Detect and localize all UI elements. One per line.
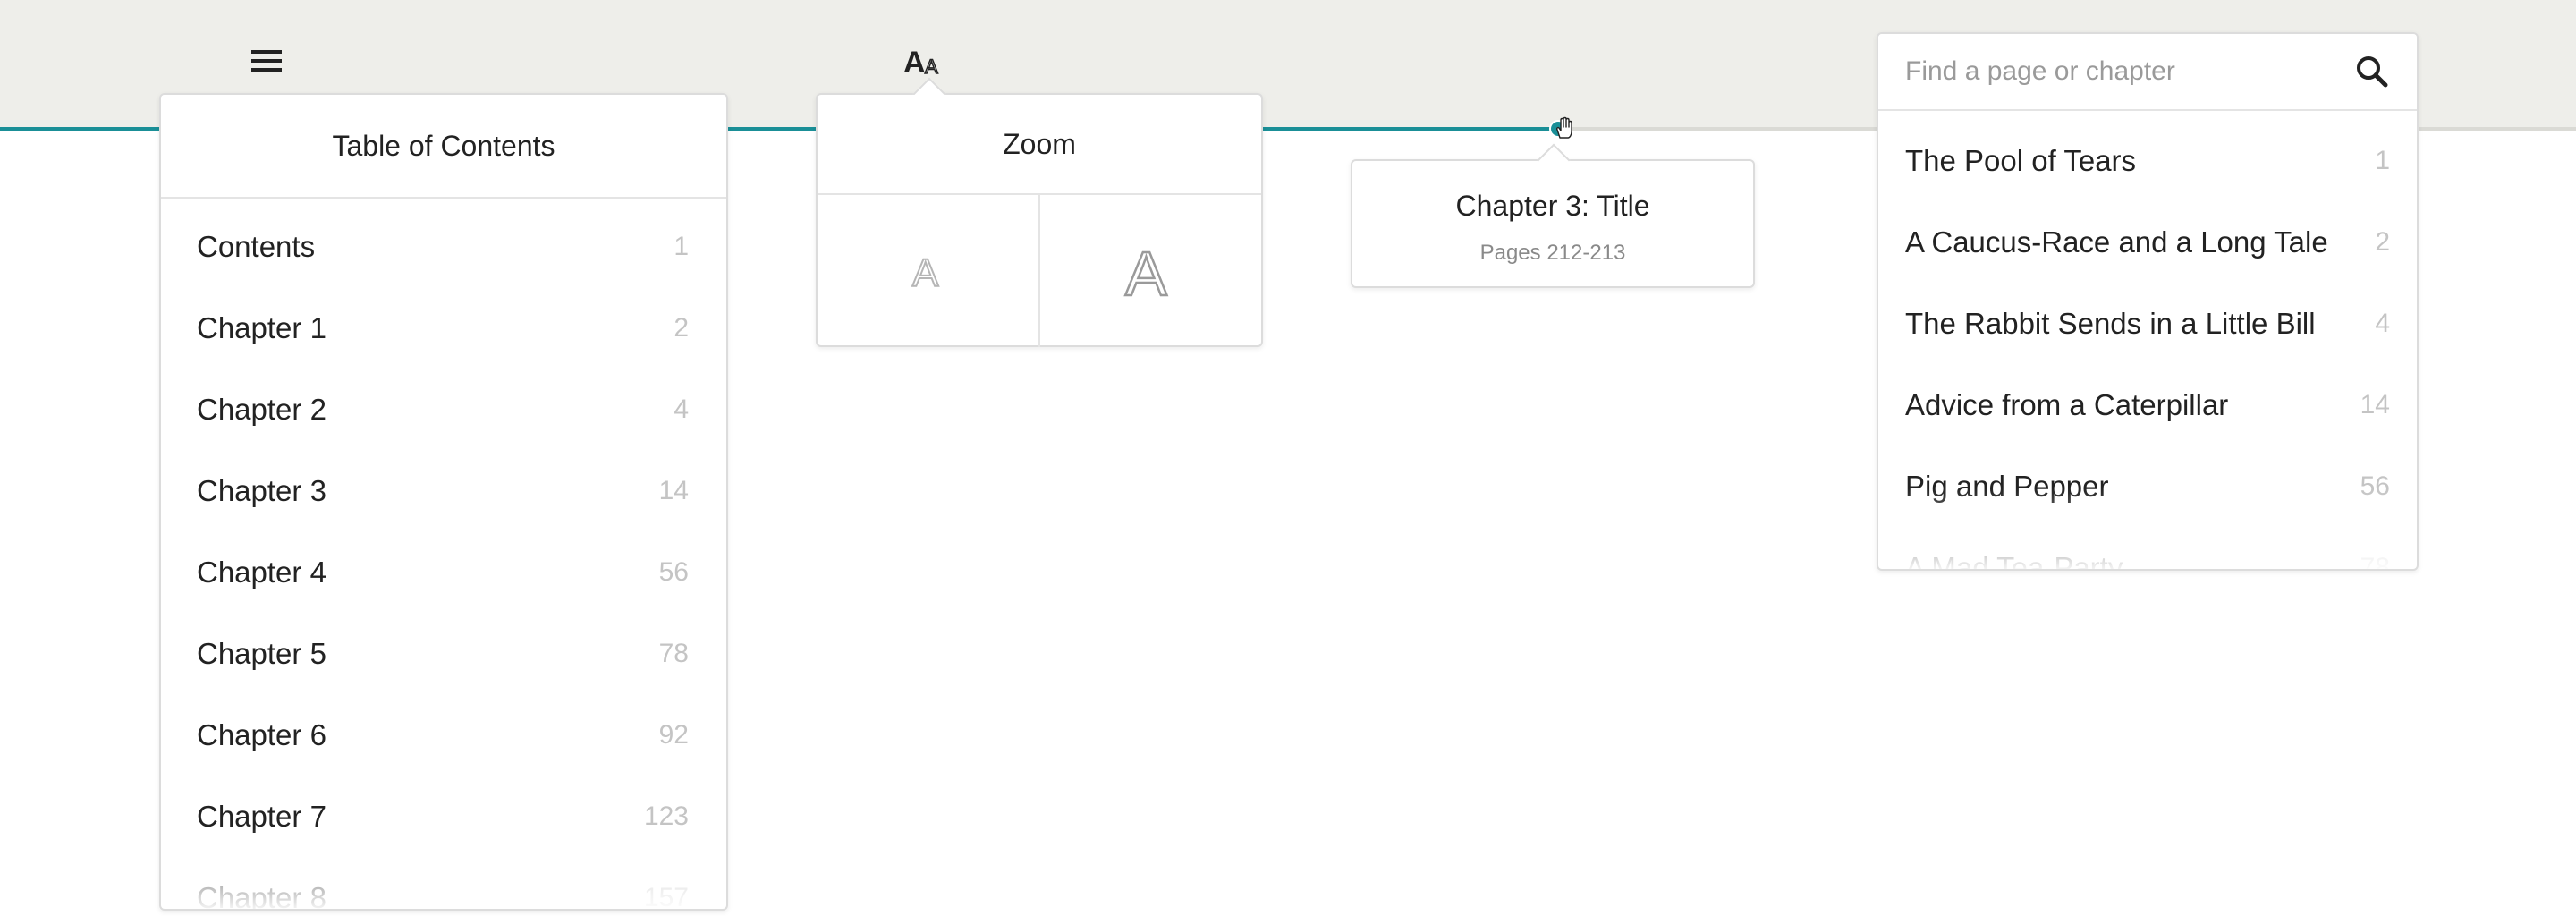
zoom-title: Zoom bbox=[818, 95, 1261, 195]
toc-item-page: 92 bbox=[658, 719, 689, 750]
search-result-item[interactable]: Advice from a Caterpillar 14 bbox=[1878, 364, 2417, 445]
chapter-tooltip-pages: Pages 212-213 bbox=[1479, 241, 1626, 265]
chapter-tooltip-title: Chapter 3: Title bbox=[1455, 190, 1650, 222]
search-result-item[interactable]: The Pool of Tears 1 bbox=[1878, 120, 2417, 201]
menu-button[interactable] bbox=[245, 39, 288, 82]
toc-item[interactable]: Chapter 6 92 bbox=[161, 694, 726, 776]
search-result-label: The Rabbit Sends in a Little Bill bbox=[1905, 306, 2316, 340]
toc-item-page: 2 bbox=[674, 312, 689, 343]
search-result-item[interactable]: Pig and Pepper 56 bbox=[1878, 445, 2417, 527]
toc-title: Table of Contents bbox=[161, 95, 726, 199]
toc-item[interactable]: Chapter 2 4 bbox=[161, 369, 726, 450]
font-size-icon: A A bbox=[903, 46, 939, 76]
svg-text:A: A bbox=[1125, 240, 1167, 302]
toc-item-label: Chapter 5 bbox=[197, 636, 326, 670]
toc-item[interactable]: Chapter 8 157 bbox=[161, 857, 726, 911]
search-result-label: The Pool of Tears bbox=[1905, 143, 2137, 177]
zoom-in-button[interactable]: A bbox=[1038, 195, 1261, 347]
search-result-label: A Mad Tea-Party bbox=[1905, 550, 2123, 571]
toc-item-label: Chapter 3 bbox=[197, 473, 326, 507]
search-result-page: 14 bbox=[2360, 389, 2390, 420]
toc-item[interactable]: Chapter 7 123 bbox=[161, 776, 726, 857]
table-of-contents-panel: Table of Contents Contents 1 Chapter 1 2… bbox=[159, 93, 728, 911]
toc-item[interactable]: Chapter 3 14 bbox=[161, 450, 726, 531]
toc-item-page: 14 bbox=[658, 475, 689, 505]
text-larger-icon: A bbox=[1123, 240, 1168, 302]
svg-text:A: A bbox=[903, 46, 926, 76]
toc-item-page: 78 bbox=[658, 638, 689, 668]
hand-cursor-icon bbox=[1556, 116, 1572, 139]
toc-item[interactable]: Chapter 5 78 bbox=[161, 613, 726, 694]
toc-item-page: 56 bbox=[658, 556, 689, 587]
search-panel: The Pool of Tears 1 A Caucus-Race and a … bbox=[1877, 32, 2419, 571]
popover-caret bbox=[1537, 143, 1571, 177]
toc-item-page: 123 bbox=[643, 801, 689, 831]
search-result-page: 56 bbox=[2360, 471, 2390, 501]
toc-item-label: Chapter 2 bbox=[197, 392, 326, 426]
search-result-label: Advice from a Caterpillar bbox=[1905, 387, 2229, 421]
svg-text:A: A bbox=[912, 251, 939, 292]
toc-list: Contents 1 Chapter 1 2 Chapter 2 4 Chapt… bbox=[161, 199, 726, 911]
search-input[interactable] bbox=[1905, 56, 2352, 87]
search-bar bbox=[1878, 34, 2417, 111]
zoom-button[interactable]: A A bbox=[903, 39, 946, 82]
zoom-panel: Zoom A A bbox=[816, 77, 1263, 347]
toc-item[interactable]: Chapter 4 56 bbox=[161, 531, 726, 613]
toc-item-label: Chapter 1 bbox=[197, 310, 326, 344]
search-button[interactable] bbox=[2352, 52, 2392, 91]
toc-item[interactable]: Chapter 1 2 bbox=[161, 287, 726, 369]
toc-item-page: 157 bbox=[643, 882, 689, 911]
zoom-out-button[interactable]: A bbox=[818, 195, 1038, 347]
search-result-page: 2 bbox=[2375, 226, 2390, 257]
search-result-item[interactable]: The Rabbit Sends in a Little Bill 4 bbox=[1878, 283, 2417, 364]
text-smaller-icon: A bbox=[911, 250, 940, 292]
search-result-page: 4 bbox=[2375, 308, 2390, 338]
search-icon bbox=[2357, 56, 2388, 88]
toc-item[interactable]: Contents 1 bbox=[161, 206, 726, 287]
search-result-page: 1 bbox=[2375, 145, 2390, 175]
svg-text:A: A bbox=[925, 55, 938, 76]
search-result-item[interactable]: A Caucus-Race and a Long Tale 2 bbox=[1878, 201, 2417, 283]
search-result-page: 78 bbox=[2360, 552, 2390, 571]
toc-item-label: Chapter 7 bbox=[197, 799, 326, 833]
chapter-tooltip: Chapter 3: Title Pages 212-213 bbox=[1351, 143, 1755, 288]
toc-item-label: Chapter 4 bbox=[197, 555, 326, 589]
toc-item-label: Chapter 6 bbox=[197, 717, 326, 751]
toc-item-label: Contents bbox=[197, 229, 316, 263]
toc-item-page: 4 bbox=[674, 394, 689, 424]
toc-item-label: Chapter 8 bbox=[197, 880, 326, 911]
toc-item-page: 1 bbox=[674, 231, 689, 261]
search-result-item[interactable]: A Mad Tea-Party 78 bbox=[1878, 527, 2417, 571]
search-results-list: The Pool of Tears 1 A Caucus-Race and a … bbox=[1878, 111, 2417, 571]
search-result-label: Pig and Pepper bbox=[1905, 469, 2109, 503]
search-result-label: A Caucus-Race and a Long Tale bbox=[1905, 225, 2328, 259]
hamburger-menu-icon bbox=[251, 50, 282, 72]
